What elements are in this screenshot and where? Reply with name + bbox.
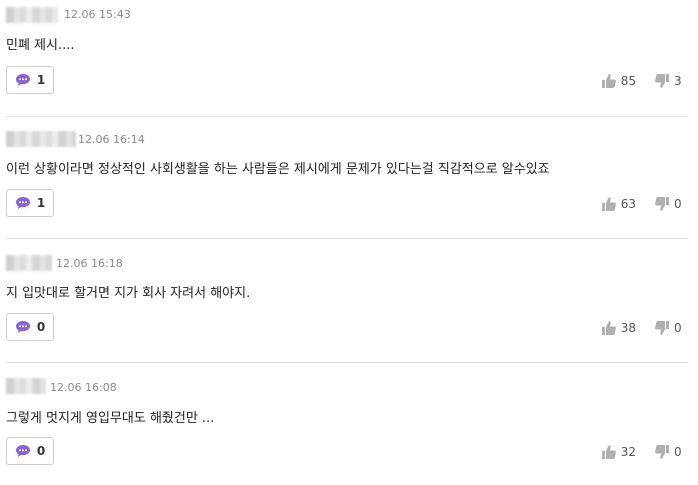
like-count: 32 — [620, 445, 636, 459]
thumbs-down-icon[interactable] — [654, 444, 670, 460]
comment-time: 12.06 16:08 — [50, 381, 117, 394]
comment-text: 민폐 제시.... — [6, 38, 75, 53]
vote-group: 85 3 — [601, 73, 688, 89]
like-count: 63 — [620, 197, 636, 211]
speech-bubble-icon — [15, 197, 30, 209]
like-count: 85 — [620, 74, 636, 88]
reply-count: 1 — [36, 196, 46, 210]
reply-button[interactable]: 1 — [6, 189, 54, 217]
dislike-count: 0 — [674, 197, 682, 211]
reply-count: 0 — [36, 320, 46, 334]
thumbs-up-icon[interactable] — [601, 196, 617, 212]
like-count: 38 — [620, 321, 636, 335]
thumbs-up-icon[interactable] — [601, 320, 617, 336]
vote-group: 32 0 — [601, 444, 688, 460]
vote-group: 38 0 — [601, 320, 688, 336]
thumbs-down-icon[interactable] — [654, 73, 670, 89]
author-name-blurred[interactable] — [6, 378, 46, 394]
thumbs-up-icon[interactable] — [601, 73, 617, 89]
reply-button[interactable]: 1 — [6, 66, 54, 94]
author-name-blurred[interactable] — [6, 255, 52, 271]
comment-divider — [6, 238, 688, 239]
dislike-count: 3 — [674, 74, 682, 88]
comment-text: 그렇게 멋지게 영입무대도 해줬건만 ... — [6, 411, 215, 426]
thumbs-down-icon[interactable] — [654, 196, 670, 212]
thumbs-down-icon[interactable] — [654, 320, 670, 336]
comment-text: 지 입맛대로 할거면 지가 회사 자려서 해야지. — [6, 286, 251, 301]
reply-button[interactable]: 0 — [6, 313, 54, 341]
author-name-blurred[interactable] — [6, 7, 58, 23]
speech-bubble-icon — [15, 321, 30, 333]
dislike-count: 0 — [674, 445, 682, 459]
comment-divider — [6, 116, 688, 117]
thumbs-up-icon[interactable] — [601, 444, 617, 460]
vote-group: 63 0 — [601, 196, 688, 212]
comment-text: 이런 상황이라면 정상적인 사회생활을 하는 사람들은 제시에게 문제가 있다는… — [6, 162, 550, 177]
comment-time: 12.06 16:14 — [78, 133, 145, 146]
speech-bubble-icon — [15, 445, 30, 457]
comment-time: 12.06 15:43 — [64, 8, 131, 21]
author-name-blurred[interactable] — [6, 131, 76, 147]
comment-divider — [6, 362, 688, 363]
comment-time: 12.06 16:18 — [56, 257, 123, 270]
reply-button[interactable]: 0 — [6, 437, 54, 465]
reply-count: 1 — [36, 73, 46, 87]
dislike-count: 0 — [674, 321, 682, 335]
reply-count: 0 — [36, 444, 46, 458]
speech-bubble-icon — [15, 74, 30, 86]
